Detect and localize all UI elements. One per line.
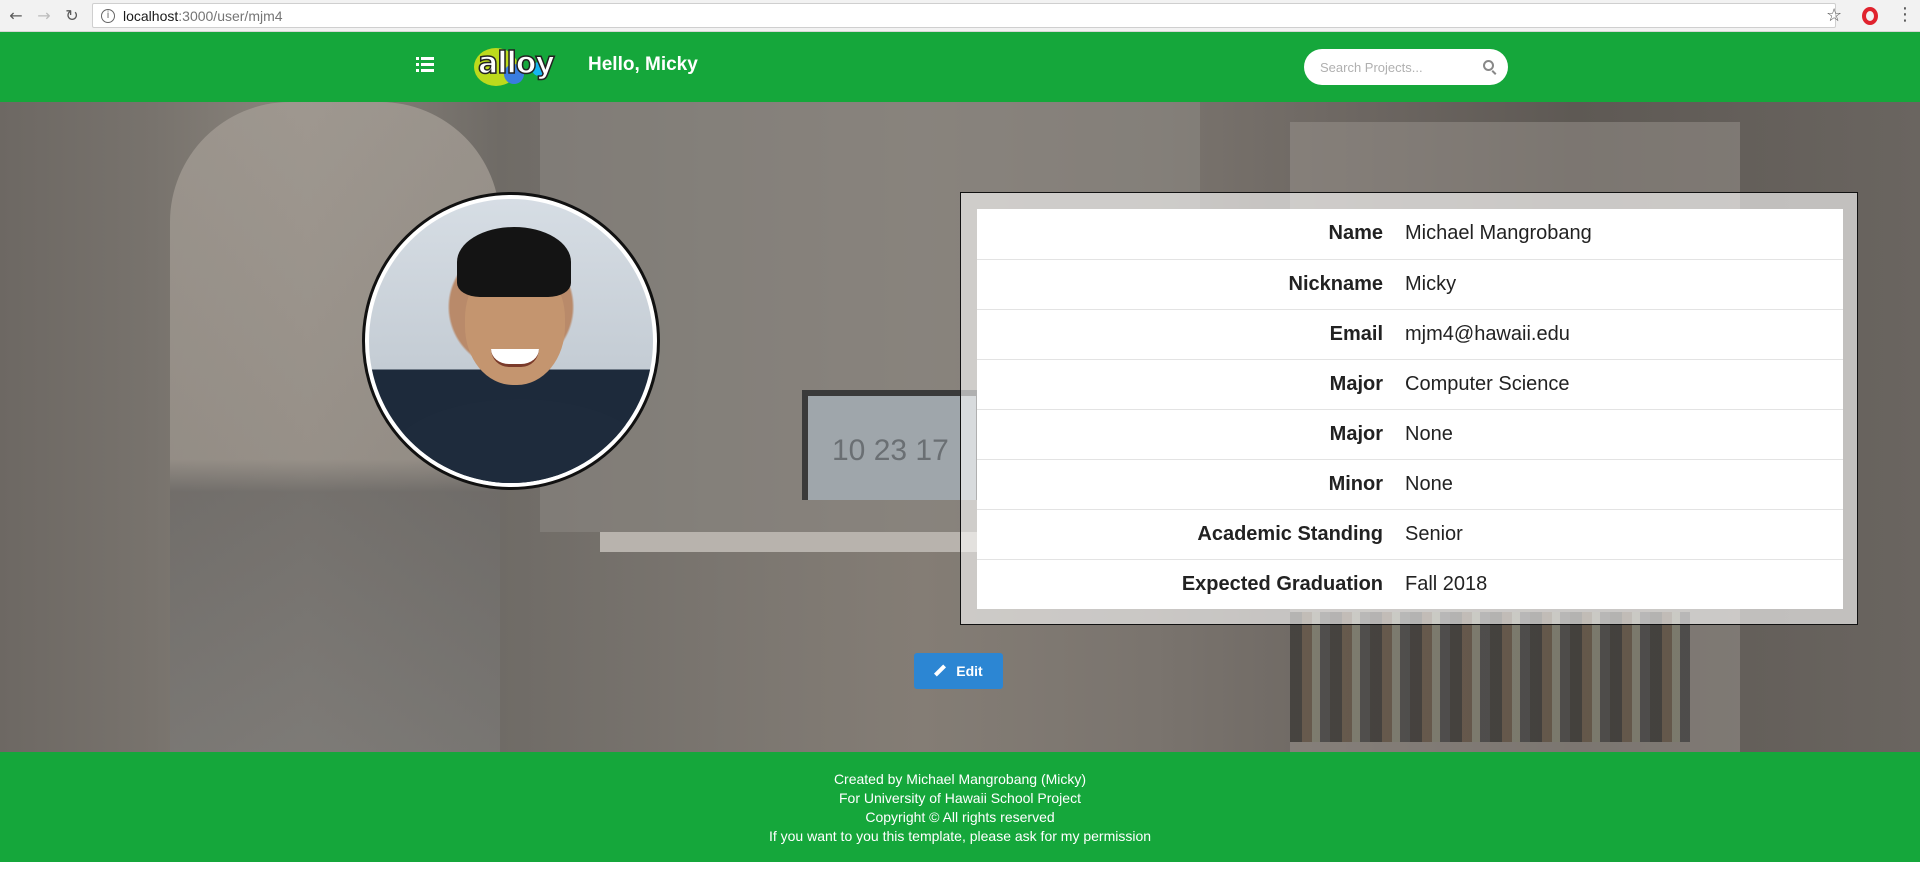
profile-field-label: Academic Standing — [977, 508, 1389, 559]
browser-toolbar: ← → ↻ i localhost:3000/user/mjm4 ☆ ⋮ — [0, 0, 1920, 32]
info-icon[interactable]: i — [101, 8, 115, 23]
background-clock: 10 23 17 — [832, 434, 949, 467]
search-icon[interactable] — [1483, 60, 1494, 71]
url-host: localhost — [123, 7, 179, 24]
table-row: Academic Standing Senior — [977, 508, 1843, 559]
footer-project: For University of Hawaii School Project — [839, 790, 1081, 806]
profile-field-label: Email — [977, 308, 1389, 359]
site-footer: Created by Michael Mangrobang (Micky) Fo… — [0, 752, 1920, 862]
profile-field-value: Senior — [1389, 508, 1843, 559]
table-row: Expected Graduation Fall 2018 — [977, 558, 1843, 609]
menu-icon[interactable]: ⋮ — [1896, 4, 1914, 25]
site-header: alloy Hello, Micky — [0, 32, 1920, 102]
profile-field-value: Micky — [1389, 258, 1843, 309]
alloy-logo[interactable]: alloy — [474, 44, 556, 90]
footer-credit: Created by Michael Mangrobang (Micky) — [833, 771, 1087, 787]
star-icon[interactable]: ☆ — [1826, 5, 1842, 26]
search-input[interactable] — [1320, 59, 1480, 75]
table-row: Minor None — [977, 458, 1843, 509]
profile-field-label: Major — [977, 358, 1389, 409]
avatar — [362, 192, 660, 490]
opera-icon[interactable] — [1862, 7, 1878, 25]
profile-field-label: Nickname — [977, 258, 1389, 309]
reload-icon[interactable]: ↻ — [60, 4, 84, 28]
table-row: Name Michael Mangrobang — [977, 209, 1843, 259]
back-icon[interactable]: ← — [4, 4, 28, 28]
background-books — [1290, 612, 1690, 742]
logo-text: alloy — [477, 45, 555, 82]
footer-copyright: Copyright © All rights reserved — [865, 809, 1055, 825]
profile-field-value: None — [1389, 458, 1843, 509]
profile-field-label: Expected Graduation — [977, 558, 1389, 609]
page-bottom — [0, 862, 1920, 869]
profile-field-value: Fall 2018 — [1389, 558, 1843, 609]
avatar-photo — [369, 199, 653, 483]
address-bar[interactable]: i localhost:3000/user/mjm4 — [92, 3, 1836, 28]
profile-field-value: None — [1389, 408, 1843, 459]
search-box[interactable] — [1304, 49, 1508, 85]
profile-field-label: Minor — [977, 458, 1389, 509]
table-row: Email mjm4@hawaii.edu — [977, 308, 1843, 359]
table-row: Major Computer Science — [977, 358, 1843, 409]
profile-field-value: mjm4@hawaii.edu — [1389, 308, 1843, 359]
footer-permission: If you want to you this template, please… — [768, 828, 1152, 844]
greeting: Hello, Micky — [588, 54, 698, 75]
url-path: :3000/user/mjm4 — [178, 7, 283, 24]
profile-hero: 10 23 17 Name Michael Mangrobang Nickname M… — [0, 102, 1920, 752]
profile-info-panel: Name Michael Mangrobang Nickname Micky Email… — [960, 192, 1858, 625]
pencil-icon — [934, 665, 946, 677]
forward-icon[interactable]: → — [32, 4, 56, 28]
edit-button[interactable]: Edit — [914, 653, 1003, 689]
profile-field-value: Michael Mangrobang — [1405, 222, 1592, 245]
profile-table: Name Michael Mangrobang Nickname Micky Email… — [977, 209, 1843, 609]
profile-field-value: Computer Science — [1389, 358, 1843, 409]
profile-field-label: Major — [977, 408, 1389, 459]
table-row: Nickname Micky — [977, 258, 1843, 309]
profile-field-label: Name — [1328, 222, 1383, 245]
list-menu-icon[interactable] — [416, 57, 434, 73]
table-row: Major None — [977, 408, 1843, 459]
edit-label: Edit — [956, 663, 983, 679]
